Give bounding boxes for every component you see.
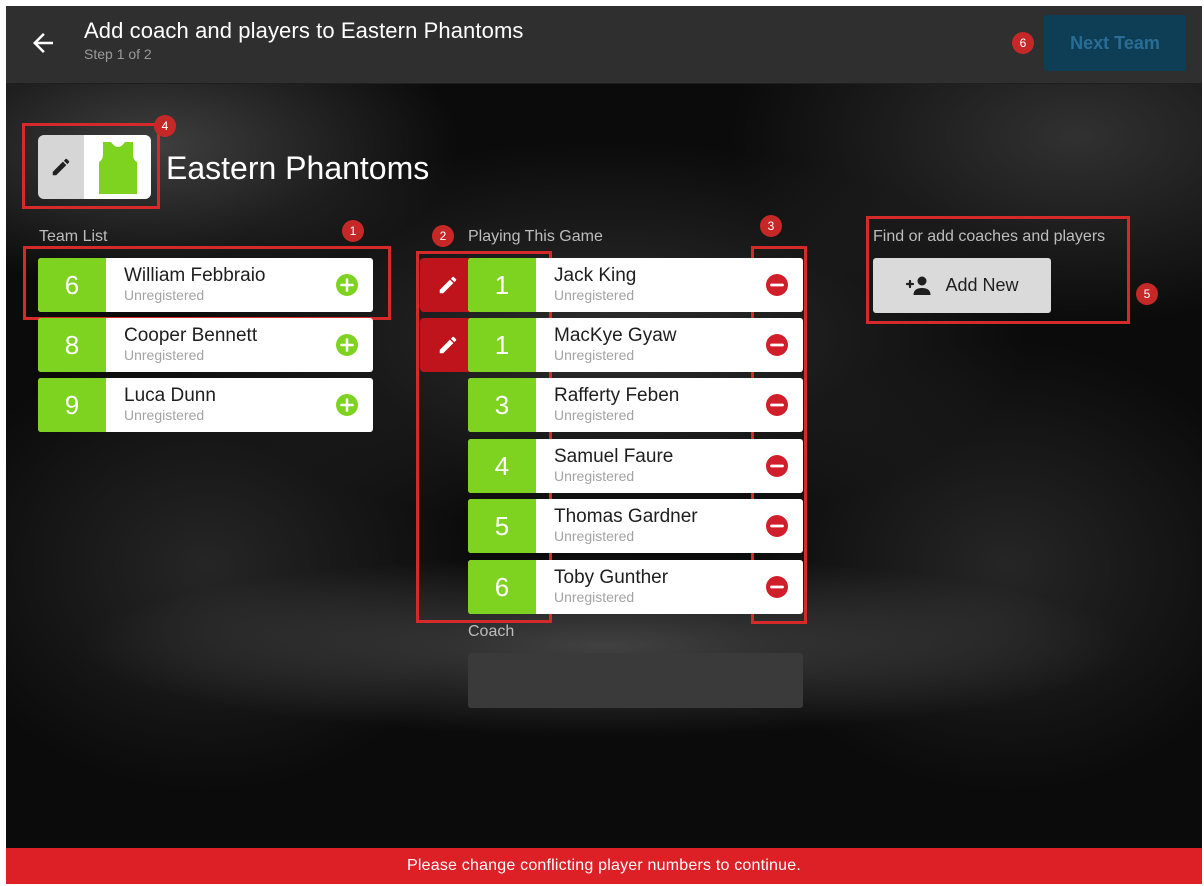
pencil-icon xyxy=(439,276,457,294)
player-number: 6 xyxy=(38,258,106,312)
playing-list-item[interactable]: 1 Jack King Unregistered xyxy=(468,258,803,312)
annotation-badge-5: 5 xyxy=(1136,283,1158,305)
player-name: Cooper Bennett xyxy=(124,325,258,346)
coach-label: Coach xyxy=(468,623,515,640)
player-name: Samuel Faure xyxy=(554,446,674,467)
player-name: Toby Gunther xyxy=(554,567,669,588)
annotation-badge-3: 3 xyxy=(760,215,782,237)
team-badge xyxy=(38,135,151,199)
player-number[interactable]: 1 xyxy=(468,258,536,312)
remove-player-button[interactable] xyxy=(751,378,803,432)
playing-list-item[interactable]: 5 Thomas Gardner Unregistered xyxy=(468,499,803,553)
player-name: Jack King xyxy=(554,265,637,286)
remove-player-button[interactable] xyxy=(751,439,803,493)
player-number[interactable]: 1 xyxy=(468,318,536,372)
add-player-button[interactable] xyxy=(321,258,373,312)
minus-circle-icon xyxy=(766,274,788,296)
player-status: Unregistered xyxy=(554,287,635,303)
team-list-item[interactable]: 9 Luca Dunn Unregistered xyxy=(38,378,373,432)
add-player-button[interactable] xyxy=(321,318,373,372)
minus-circle-icon xyxy=(766,576,788,598)
player-status: Unregistered xyxy=(124,407,205,423)
page-title: Add coach and players to Eastern Phantom… xyxy=(84,18,524,43)
player-number[interactable]: 4 xyxy=(468,439,536,493)
player-name: Luca Dunn xyxy=(124,385,216,406)
remove-player-button[interactable] xyxy=(751,318,803,372)
minus-circle-icon xyxy=(766,455,788,477)
find-add-label: Find or add coaches and players xyxy=(873,228,1106,245)
annotation-badge-6: 6 xyxy=(1012,32,1034,54)
edit-team-button[interactable] xyxy=(38,135,84,199)
add-new-label: Add New xyxy=(945,275,1019,295)
playing-this-game-label: Playing This Game xyxy=(468,228,603,245)
app-screen: Add coach and players to Eastern Phantom… xyxy=(6,6,1202,884)
annotation-badge-4: 4 xyxy=(154,115,176,137)
team-list-item[interactable]: 6 William Febbraio Unregistered xyxy=(38,258,373,312)
player-status: Unregistered xyxy=(554,528,635,544)
player-name: MacKye Gyaw xyxy=(554,325,677,346)
next-team-button[interactable]: Next Team xyxy=(1044,15,1186,71)
player-number[interactable]: 6 xyxy=(468,560,536,614)
minus-circle-icon xyxy=(766,394,788,416)
minus-circle-icon xyxy=(766,515,788,537)
team-list-item[interactable]: 8 Cooper Bennett Unregistered xyxy=(38,318,373,372)
plus-circle-icon xyxy=(336,274,358,296)
playing-list-item[interactable]: 6 Toby Gunther Unregistered xyxy=(468,560,803,614)
team-shirt xyxy=(84,135,151,199)
minus-circle-icon xyxy=(766,334,788,356)
add-new-button[interactable]: Add New xyxy=(873,258,1051,313)
playing-list-item[interactable]: 4 Samuel Faure Unregistered xyxy=(468,439,803,493)
player-status: Unregistered xyxy=(554,468,635,484)
back-button[interactable] xyxy=(28,28,58,58)
step-indicator: Step 1 of 2 xyxy=(84,46,152,62)
conflict-warning-banner: Please change conflicting player numbers… xyxy=(6,848,1202,884)
player-number[interactable]: 5 xyxy=(468,499,536,553)
add-player-button[interactable] xyxy=(321,378,373,432)
remove-player-button[interactable] xyxy=(751,560,803,614)
pencil-icon xyxy=(52,158,70,176)
player-status: Unregistered xyxy=(554,407,635,423)
player-status: Unregistered xyxy=(124,287,205,303)
annotation-badge-1: 1 xyxy=(342,220,364,242)
team-list-label: Team List xyxy=(39,228,108,245)
player-name: William Febbraio xyxy=(124,265,266,286)
player-status: Unregistered xyxy=(554,347,635,363)
plus-circle-icon xyxy=(336,334,358,356)
remove-player-button[interactable] xyxy=(751,499,803,553)
playing-list-item[interactable]: 3 Rafferty Feben Unregistered xyxy=(468,378,803,432)
coach-drop-slot[interactable] xyxy=(468,653,803,708)
remove-player-button[interactable] xyxy=(751,258,803,312)
team-name: Eastern Phantoms xyxy=(166,150,430,186)
playing-list-item[interactable]: 1 MacKye Gyaw Unregistered xyxy=(468,318,803,372)
plus-circle-icon xyxy=(336,394,358,416)
jersey-icon xyxy=(98,142,137,194)
player-number: 9 xyxy=(38,378,106,432)
person-add-icon xyxy=(906,276,931,295)
player-number: 8 xyxy=(38,318,106,372)
player-status: Unregistered xyxy=(124,347,205,363)
player-name: Rafferty Feben xyxy=(554,385,680,406)
arrow-left-icon xyxy=(33,33,53,53)
pencil-icon xyxy=(439,336,457,354)
player-number[interactable]: 3 xyxy=(468,378,536,432)
player-name: Thomas Gardner xyxy=(554,506,698,527)
annotation-badge-2: 2 xyxy=(432,225,454,247)
player-status: Unregistered xyxy=(554,589,635,605)
